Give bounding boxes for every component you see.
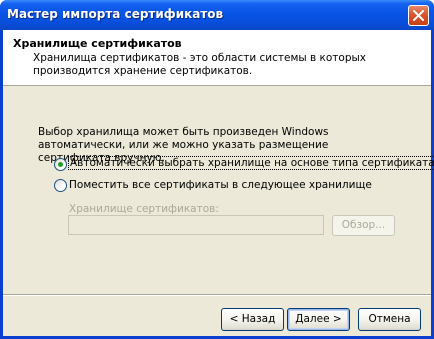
title-bar[interactable]: Мастер импорта сертификатов xyxy=(0,0,434,30)
auto-select-label[interactable]: Автоматически выбрать хранилище на основ… xyxy=(68,156,434,170)
manual-store-radio[interactable] xyxy=(54,179,67,192)
cancel-button[interactable]: Отмена xyxy=(358,308,421,331)
close-icon xyxy=(413,10,424,21)
next-button[interactable]: Далее > xyxy=(287,308,350,331)
auto-select-radio[interactable] xyxy=(54,158,67,171)
close-button[interactable] xyxy=(408,5,429,26)
radio-selected-dot xyxy=(58,162,63,167)
back-button[interactable]: < Назад xyxy=(221,308,284,331)
dialog-client-area: Хранилище сертификатов Хранилища сертифи… xyxy=(3,30,434,336)
store-field-label: Хранилище сертификатов: xyxy=(69,203,219,215)
wizard-header: Хранилище сертификатов Хранилища сертифи… xyxy=(3,30,431,86)
footer-separator xyxy=(3,294,431,296)
store-input[interactable] xyxy=(68,215,324,235)
wizard-window: Мастер импорта сертификатов Хранилище се… xyxy=(0,0,434,339)
browse-button[interactable]: Обзор... xyxy=(332,215,395,236)
window-title: Мастер импорта сертификатов xyxy=(7,7,224,21)
page-description: Хранилища сертификатов - это области сис… xyxy=(33,52,367,77)
page-title: Хранилище сертификатов xyxy=(13,37,182,50)
manual-store-label[interactable]: Поместить все сертификаты в следующее хр… xyxy=(69,179,372,191)
